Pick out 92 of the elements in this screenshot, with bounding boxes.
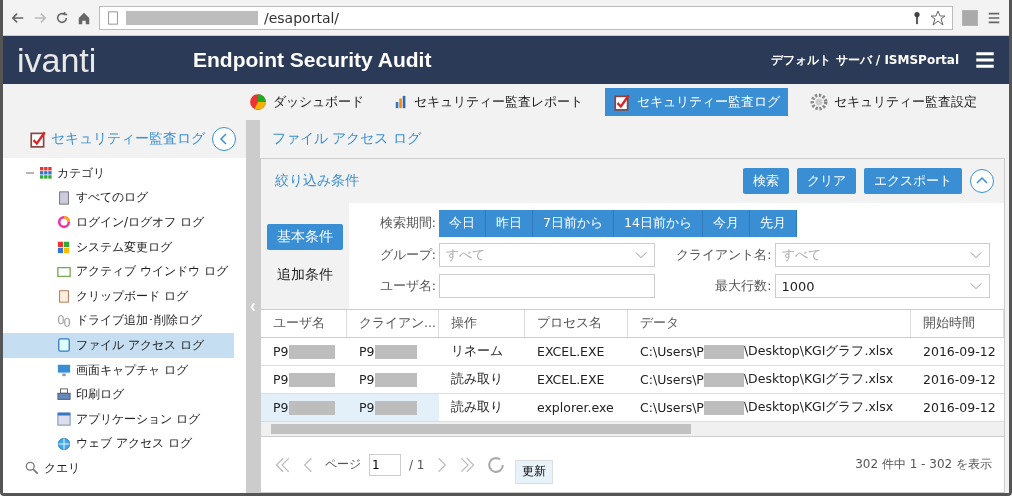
- path-end: \Desktop\KGIグラフ.xlsx: [743, 343, 894, 360]
- path-start: C:\Users\P: [640, 400, 704, 415]
- path-end: \Desktop\KGIグラフ.xlsx: [743, 399, 894, 416]
- first-page-icon[interactable]: [273, 455, 291, 474]
- nav-tab[interactable]: セキュリティー監査レポート: [386, 88, 591, 116]
- clipboard-icon: [57, 289, 71, 304]
- field-label: クライアント名:: [675, 246, 773, 264]
- chevron-up-icon[interactable]: [976, 176, 988, 186]
- tree-item[interactable]: アプリケーション ログ: [3, 406, 234, 432]
- app-title: Endpoint Security Audit: [193, 48, 433, 72]
- filter-tab[interactable]: 追加条件: [267, 262, 343, 288]
- menu-icon[interactable]: [975, 50, 995, 70]
- tree-item[interactable]: システム変更ログ: [3, 234, 234, 260]
- nav-tab[interactable]: ダッシュボード: [241, 88, 372, 116]
- bar-chart-icon: [394, 95, 408, 109]
- redacted-text: [374, 344, 417, 359]
- back-icon[interactable]: [11, 10, 25, 25]
- redacted-text: [374, 400, 417, 415]
- page-label: ページ: [325, 456, 361, 473]
- clipboard-check-icon: [29, 130, 47, 148]
- chevron-left-icon[interactable]: [219, 133, 229, 145]
- collapse-sidebar-button[interactable]: [212, 127, 236, 151]
- reload-icon[interactable]: [55, 10, 69, 25]
- field-label: 検索期間:: [378, 214, 437, 232]
- extension-icon: [961, 8, 979, 27]
- tree-item[interactable]: ドライブ追加･削除ログ: [3, 308, 234, 334]
- input-field[interactable]: [439, 274, 655, 298]
- redacted-text: [703, 400, 744, 415]
- page-icon: [106, 10, 120, 25]
- logo: ivanti: [17, 40, 98, 80]
- printer-icon: [57, 387, 71, 402]
- document-icon: [57, 190, 71, 205]
- path-start: C:\Users\P: [640, 372, 704, 387]
- tree-item[interactable]: カテゴリ: [3, 161, 234, 186]
- tree-item[interactable]: 印刷ログ: [3, 382, 234, 407]
- application-window-icon: [57, 412, 71, 427]
- tree-item[interactable]: ファイル アクセス ログ: [3, 333, 234, 358]
- client-name: P9: [359, 344, 375, 359]
- record-summary: 302 件中 1 - 302 を表示: [855, 456, 992, 473]
- tree-item[interactable]: クエリ: [3, 456, 234, 481]
- gear-icon: [810, 93, 828, 111]
- user-name: P9: [273, 344, 289, 359]
- client-name: P9: [359, 400, 375, 415]
- server-name: デフォルト サーバ / ISMSPortal: [771, 51, 959, 69]
- star-icon: [930, 9, 946, 26]
- filter-title: 絞り込み条件: [275, 172, 360, 190]
- user-name: P9: [273, 400, 289, 415]
- address-bar[interactable]: /esaportal/: [99, 5, 953, 30]
- tree-item[interactable]: アクティブ ウインドウ ログ: [3, 259, 234, 284]
- redacted-text: [288, 372, 335, 387]
- windows-flag-icon: [57, 240, 71, 255]
- monitor-icon: [57, 363, 71, 378]
- horizontal-scrollbar[interactable]: [261, 422, 1004, 436]
- page-input[interactable]: 1: [369, 453, 401, 476]
- grid-icon: [40, 167, 52, 180]
- window-icon: [57, 264, 71, 279]
- tree-item[interactable]: クリップボード ログ: [3, 283, 234, 309]
- ring-icon: [57, 215, 71, 230]
- path-end: \Desktop\KGIグラフ.xlsx: [743, 371, 894, 388]
- tree-item[interactable]: すべてのログ: [3, 185, 234, 211]
- search-icon: [25, 461, 39, 476]
- sidebar-title: セキュリティー監査ログ: [51, 130, 206, 148]
- redacted-text: [374, 372, 417, 387]
- dropdown-field[interactable]: 1000: [774, 274, 990, 298]
- forward-icon[interactable]: [33, 10, 47, 25]
- redacted-text: [288, 400, 335, 415]
- collapse-filter-button[interactable]: [970, 169, 994, 193]
- tree-item[interactable]: ログイン/ログオフ ログ: [3, 210, 234, 235]
- path-start: C:\Users\P: [640, 344, 704, 359]
- last-page-icon[interactable]: [458, 455, 477, 474]
- resize-handle-icon[interactable]: [248, 301, 258, 312]
- pie-chart-icon: [249, 93, 267, 111]
- client-name: P9: [359, 372, 375, 387]
- field-label: ユーザ名:: [378, 277, 437, 295]
- home-icon[interactable]: [77, 10, 91, 25]
- user-name: P9: [273, 372, 289, 387]
- refresh-button[interactable]: 更新: [514, 459, 553, 484]
- tree-item[interactable]: ウェブ アクセス ログ: [3, 431, 234, 457]
- clipboard-check-icon: [613, 93, 631, 111]
- redacted-text: [288, 344, 335, 359]
- file-icon: [57, 338, 71, 353]
- globe-icon: [57, 436, 71, 451]
- menu-icon[interactable]: [987, 10, 1001, 25]
- nav-tab[interactable]: セキュリティー監査設定: [802, 88, 985, 116]
- page-title: ファイル アクセス ログ: [271, 129, 422, 148]
- field-label: グループ:: [378, 246, 437, 264]
- redacted-text: [703, 344, 744, 359]
- usb-icon: [57, 313, 71, 328]
- field-label: 最大行数:: [714, 277, 773, 295]
- redacted-text: [703, 372, 744, 387]
- tree-item[interactable]: 画面キャプチャ ログ: [3, 357, 234, 383]
- page-total: / 1: [409, 457, 425, 472]
